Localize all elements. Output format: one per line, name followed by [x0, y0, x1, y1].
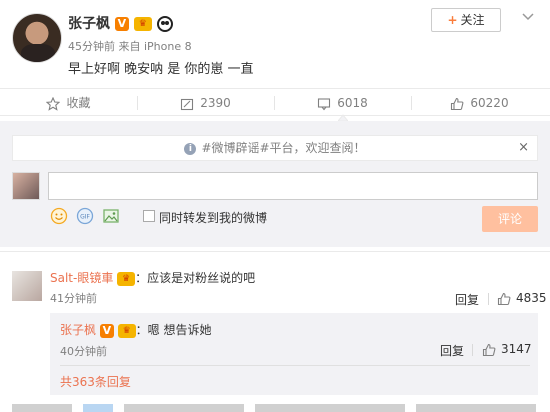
follow-button[interactable]: + 关注 — [431, 8, 501, 32]
sub-reply-like-button[interactable]: 3147 — [482, 342, 532, 357]
sub-reply-user[interactable]: 张子枫 — [60, 323, 96, 337]
comment-text: ：应该是对粉丝说的吧 — [135, 271, 256, 285]
author-line: 张子枫 V ♛ — [68, 13, 173, 33]
gif-icon[interactable]: GIF — [76, 207, 94, 225]
post-action-bar: 收藏 2390 6018 60220 — [0, 88, 550, 116]
repost-button[interactable]: 2390 — [137, 89, 274, 117]
my-avatar — [12, 172, 40, 200]
close-icon[interactable]: × — [518, 136, 529, 160]
verified-v-icon: V — [99, 323, 114, 338]
plus-icon: + — [447, 13, 458, 27]
divider — [488, 293, 489, 305]
more-replies-link[interactable]: 共363条回复 — [60, 373, 131, 390]
chevron-down-icon[interactable] — [520, 8, 536, 24]
image-icon[interactable] — [102, 207, 120, 225]
reply-button[interactable]: 回复 — [455, 291, 479, 308]
vip-crown-icon: ♛ — [117, 271, 136, 286]
notice-banner: i #微博辟谣#平台，欢迎查阅！ × — [12, 135, 538, 161]
vip-crown-icon: ♛ — [133, 17, 152, 31]
comment-like-count: 4835 — [516, 291, 547, 305]
sub-reply-reply-button[interactable]: 回复 — [440, 342, 464, 359]
star-icon — [46, 96, 61, 111]
svg-text:GIF: GIF — [80, 214, 90, 221]
sub-reply-box: 张子枫 V ♛ ：嗯 想告诉她 40分钟前 共363条回复 — [50, 313, 538, 395]
info-icon: i — [184, 142, 197, 155]
comment-input[interactable] — [48, 172, 538, 200]
thumbs-up-icon — [497, 292, 511, 305]
divider — [0, 251, 550, 252]
like-button[interactable]: 60220 — [411, 89, 548, 117]
comment-time: 41分钟前 — [50, 292, 97, 305]
sub-reply-text: ：嗯 想告诉她 — [135, 323, 212, 337]
notice-text[interactable]: #微博辟谣#平台，欢迎查阅！ — [201, 141, 365, 155]
author-avatar[interactable] — [12, 13, 62, 63]
also-repost-label: 同时转发到我的微博 — [159, 211, 268, 225]
commenter-name[interactable]: Salt-眼镜車 — [50, 271, 113, 285]
panda-icon — [156, 16, 173, 32]
favorite-label: 收藏 — [66, 96, 91, 110]
author-name[interactable]: 张子枫 — [68, 16, 110, 32]
comment-icon — [318, 97, 331, 110]
divider — [60, 365, 530, 366]
repost-icon — [181, 98, 194, 110]
follow-label: 关注 — [460, 13, 485, 27]
comment-like-button[interactable]: 4835 — [497, 291, 547, 306]
favorite-button[interactable]: 收藏 — [0, 89, 137, 117]
comment-line: Salt-眼镜車 ♛ ：应该是对粉丝说的吧 — [50, 269, 255, 286]
post-meta: 45分钟前 来自 iPhone 8 — [68, 40, 192, 53]
thumbs-up-icon — [451, 97, 464, 110]
comment-count: 6018 — [337, 96, 368, 110]
thumbs-up-icon — [482, 343, 496, 356]
submit-comment-button[interactable]: 评论 — [482, 206, 538, 232]
vip-crown-icon: ♛ — [117, 323, 136, 338]
weibo-post: 张子枫 V ♛ 45分钟前 来自 iPhone 8 早上好啊 晚安呐 是 你的崽… — [0, 0, 550, 88]
post-text: 早上好啊 晚安呐 是 你的崽 一直 — [68, 62, 254, 77]
sub-reply-line: 张子枫 V ♛ ：嗯 想告诉她 — [60, 321, 212, 338]
divider — [472, 344, 473, 356]
comment-panel-caret — [338, 114, 348, 121]
sub-reply-time: 40分钟前 — [60, 345, 107, 358]
verified-v-icon: V — [114, 17, 129, 31]
next-comment-partial — [0, 404, 550, 412]
sub-reply-like-count: 3147 — [501, 342, 532, 356]
commenter-avatar[interactable] — [12, 271, 42, 301]
emoji-icon[interactable] — [50, 207, 68, 225]
comment-panel: i #微博辟谣#平台，欢迎查阅！ × GIF 同时转发到我的微博 评论 — [0, 121, 550, 247]
also-repost-checkbox[interactable] — [143, 210, 155, 222]
like-count: 60220 — [470, 96, 509, 110]
repost-count: 2390 — [200, 96, 231, 110]
